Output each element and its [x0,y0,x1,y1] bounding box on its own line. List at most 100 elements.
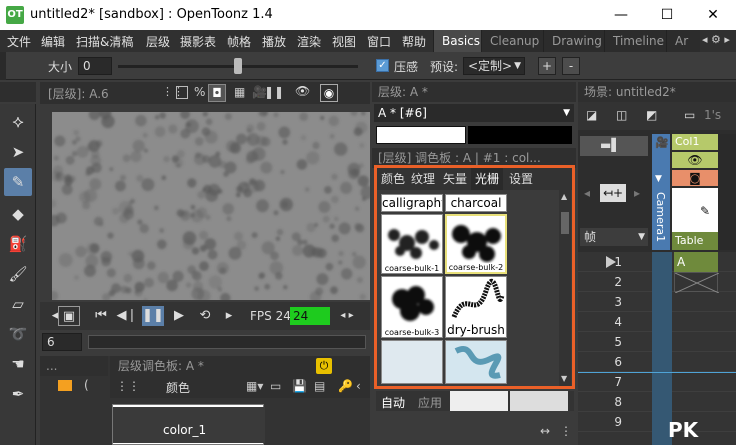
menu-play[interactable]: 播放 [262,33,286,50]
new-style-icon[interactable]: ▭ [270,379,281,393]
remove-preset-button[interactable]: - [562,57,580,75]
new-toonz-level-icon[interactable]: ◫ [616,108,627,122]
new-raster-level-icon[interactable]: ◩ [646,108,657,122]
drawing-canvas[interactable] [52,112,370,300]
folder-icon[interactable] [58,380,72,391]
palette-view-icon[interactable]: ▦▾ [246,379,263,393]
menu-scan-cleanup[interactable]: 扫描&清稿 [76,33,133,50]
new-vector-level-icon[interactable]: ◪ [586,108,597,122]
save-as-palette-icon[interactable]: ▤ [314,379,325,393]
room-tab-drawing[interactable]: Drawing [543,30,610,52]
selection-tool-icon[interactable]: ➤ [4,138,32,166]
paint-brush-tool-icon[interactable]: 🖌 [4,260,32,288]
apply-button[interactable]: 应用 [418,394,442,411]
freeze-icon[interactable] [176,86,188,99]
eye-icon[interactable]: 👁 [295,84,310,98]
minimize-button[interactable]: — [598,0,644,30]
preview-toggle-icon[interactable]: ◙ [672,170,718,186]
key-icon[interactable]: 🔑 [338,379,353,393]
auto-apply-label[interactable]: 自动 [381,394,405,411]
palette-color-tab[interactable]: 颜色 [166,379,190,396]
canvas-dot [79,191,91,203]
canvas-dot [224,161,237,174]
rooms-scroll-icon[interactable]: ◂ ⚙ ▸ [702,33,730,46]
size-slider-handle[interactable] [234,58,242,74]
preview-icon[interactable]: % [194,85,205,99]
room-tab-basics[interactable]: Basics [433,30,489,52]
first-frame-icon[interactable]: ⏮ [90,306,112,326]
camera-toggle[interactable]: ▬▌ [580,136,648,156]
finger-tool-icon[interactable]: ☚ [4,350,32,378]
canvas-dot [236,240,247,251]
canvas-dot [269,261,284,275]
canvas-dot [353,127,363,137]
canvas-dot [71,139,77,145]
style-name-field[interactable]: A * [#6] ▼ [374,104,574,122]
canvas-dot [172,270,184,282]
grid-icon[interactable]: ▦ [234,85,245,99]
next-icon[interactable]: ▸ [634,186,640,200]
more-options-icon[interactable]: ‹ [356,379,361,393]
window-title: untitled2* [sandbox] : OpenToonz 1.4 [30,7,273,22]
current-frame-marker[interactable] [606,256,616,268]
prev-frame-icon[interactable]: ◀❘ [116,306,138,326]
save-palette-icon[interactable]: 💾 [292,379,307,393]
frame-slider[interactable] [88,335,366,349]
brush-tool-icon[interactable]: ✎ [4,168,32,196]
size-field[interactable]: 0 [78,57,112,75]
camera-toggle-icon[interactable]: ▼ [655,174,662,184]
add-frame-button[interactable]: ↤+ [600,184,626,202]
cell-a1[interactable]: A [674,252,718,272]
transparency-check-icon[interactable]: ◉ [320,84,338,102]
canvas-dot [159,228,165,233]
table-column[interactable]: Table [672,232,718,250]
close-button[interactable]: ✕ [690,0,736,30]
menu-edit[interactable]: 编辑 [41,33,65,50]
pressure-checkbox[interactable]: ✓ [376,59,389,72]
tape-tool-icon[interactable]: ➰ [4,320,32,348]
menu-file[interactable]: 文件 [7,33,31,50]
resize-icon[interactable]: ↔ [540,424,550,438]
eraser-tool-icon[interactable]: ▱ [4,290,32,318]
play-button[interactable]: ▶ [168,306,190,326]
canvas-dot [154,126,166,138]
stop-frame-icon[interactable]: ▣ [58,306,80,326]
preset-dropdown[interactable]: <定制> ▼ [463,57,525,75]
camera-column[interactable]: 🎥 ▼ Camera1 [652,134,670,250]
canvas-dot [280,170,285,175]
prev-icon[interactable]: ◂ [584,186,590,200]
new-layer-icon[interactable]: ▭ [684,108,695,122]
pause-button[interactable]: ❚❚ [142,306,164,326]
room-tab-timeline[interactable]: Timeline [604,30,673,52]
camera-stand-icon[interactable]: ◘ [208,84,226,102]
frame-field[interactable]: 6 [42,333,82,351]
animate-tool-icon[interactable]: ⯎ [4,108,32,136]
menu-help[interactable]: 帮助 [402,33,426,50]
canvas-dot [229,142,241,154]
menu-level[interactable]: 层级 [146,33,170,50]
maximize-button[interactable]: ☐ [644,0,690,30]
xsheet-cells: 123456789 A [578,252,736,445]
lock-palette-icon[interactable]: ⏻ [316,358,332,374]
loop-icon[interactable]: ⟲ [194,306,216,326]
column-name[interactable]: Col1 [672,134,718,150]
menu-cells[interactable]: 帧格 [227,33,251,50]
geometric-tool-icon[interactable]: ◆ [4,200,32,228]
pause-icon[interactable]: ❚❚ [264,85,284,99]
menu-xsheet[interactable]: 摄影表 [180,33,216,50]
frame-zoom-dropdown[interactable]: 帧 ▼ [580,228,648,246]
next-frame-icon[interactable]: ▸ [218,306,240,326]
fill-tool-icon[interactable]: ⛽ [4,230,32,258]
menu-render[interactable]: 渲染 [297,33,321,50]
menu-window[interactable]: 窗口 [367,33,391,50]
room-tab-ar[interactable]: Ar [666,30,700,52]
palette-swatch[interactable]: color_1 [112,404,265,445]
style-picker-tool-icon[interactable]: ✒ [4,380,32,408]
add-preset-button[interactable]: + [538,57,556,75]
eye-toggle-icon[interactable]: 👁 [672,152,718,168]
settings-icon[interactable]: ⋮ [560,424,572,438]
fps-field[interactable]: 24 [290,307,330,325]
menu-view[interactable]: 视图 [332,33,356,50]
fps-stepper-icon[interactable]: ◂ ▸ [336,306,358,326]
room-tab-cleanup[interactable]: Cleanup [481,30,548,52]
